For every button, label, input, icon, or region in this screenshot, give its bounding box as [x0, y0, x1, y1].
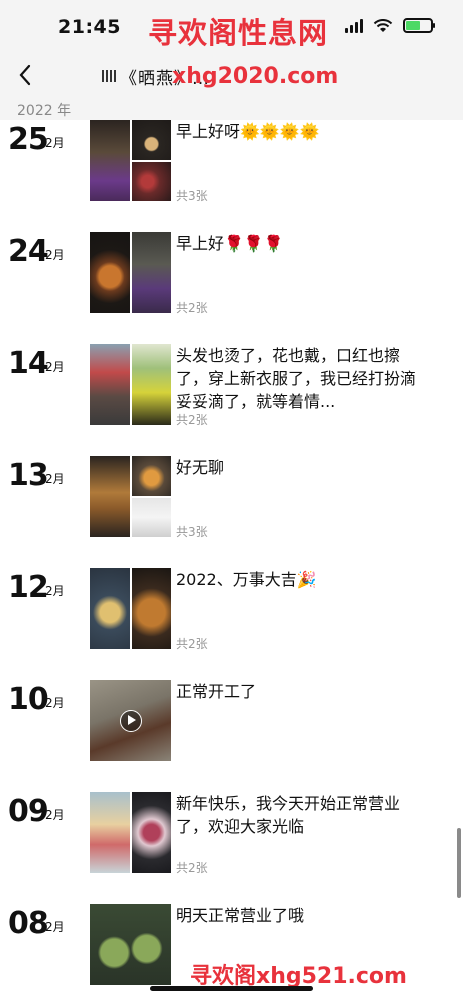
entry-thumbnail[interactable] — [90, 904, 171, 985]
watermark-top: 寻欢阁性息网 — [148, 16, 329, 50]
burger-photo — [131, 568, 171, 649]
entry-text: 2022、万事大吉🎉 — [176, 570, 317, 589]
entry-thumbnail[interactable] — [90, 456, 171, 537]
entry-month: 2月 — [45, 808, 65, 822]
photo-count: 共2张 — [176, 861, 208, 875]
entry-day: 24 — [8, 234, 49, 269]
entry-thumbnail[interactable] — [90, 680, 171, 761]
entry-month: 2月 — [45, 360, 65, 374]
chevron-left-icon — [19, 64, 31, 86]
entry-text: 好无聊 — [176, 458, 225, 477]
year-label: 2022 年 — [17, 103, 72, 119]
entry-day: 14 — [8, 346, 49, 381]
sandwich-photo — [90, 456, 130, 537]
tulips-coffee-photo — [131, 232, 171, 313]
home-indicator[interactable] — [150, 986, 313, 991]
photo-count: 共2张 — [176, 637, 208, 651]
entry-text: 早上好🌹🌹🌹 — [176, 234, 284, 253]
entry-thumbnail[interactable] — [90, 120, 171, 201]
entry-month: 2月 — [45, 696, 65, 710]
entry-day: 25 — [8, 122, 49, 157]
entry-day: 08 — [8, 906, 49, 941]
status-time: 21:45 — [58, 16, 121, 38]
entry-day: 09 — [8, 794, 49, 829]
status-icons — [345, 18, 435, 33]
feed-entry[interactable]: 12 2月 2022、万事大吉🎉 共2张 — [0, 568, 463, 688]
entry-thumbnail[interactable] — [90, 344, 171, 425]
tea-cup-photo — [131, 120, 171, 160]
tulips-photo — [131, 161, 171, 201]
entry-text: 早上好呀🌞🌞🌞🌞 — [176, 122, 320, 141]
soup-photo — [90, 568, 130, 649]
entry-text: 新年快乐，我今天开始正常营业了，欢迎大家光临 — [176, 794, 401, 836]
feed-entry[interactable]: 14 2月 头发也烫了，花也戴，口红也擦了，穿上新衣服了，我已经打扮滴妥妥滴了，… — [0, 344, 463, 464]
entry-text: 头发也烫了，花也戴，口红也擦了，穿上新衣服了，我已经打扮滴妥妥滴了，就等着情..… — [176, 346, 417, 411]
signal-icon — [345, 18, 363, 33]
sign-photo — [131, 344, 171, 425]
wifi-icon — [373, 18, 393, 32]
photo-count: 共2张 — [176, 301, 208, 315]
entry-day: 13 — [8, 458, 49, 493]
feed-entry[interactable]: 13 2月 好无聊 共3张 — [0, 456, 463, 576]
entry-month: 2月 — [45, 472, 65, 486]
entry-month: 2月 — [45, 584, 65, 598]
entry-month: 2月 — [45, 248, 65, 262]
back-button[interactable] — [10, 60, 40, 90]
entry-month: 2月 — [45, 920, 65, 934]
play-icon[interactable] — [119, 709, 142, 732]
photo-count: 共3张 — [176, 525, 208, 539]
scrollbar[interactable] — [457, 828, 461, 898]
watermark-url: xhg2020.com — [172, 64, 339, 89]
battery-icon — [403, 18, 435, 33]
pizza-photo — [90, 232, 130, 313]
photo-count: 共2张 — [176, 413, 208, 427]
entry-month: 2月 — [45, 136, 65, 150]
feed-entry[interactable]: 09 2月 新年快乐，我今天开始正常营业了，欢迎大家光临 共2张 — [0, 792, 463, 912]
milk-photo — [131, 497, 171, 537]
coffee-table-photo — [90, 120, 130, 201]
photo-count: 共3张 — [176, 189, 208, 203]
entry-text: 正常开工了 — [176, 682, 257, 701]
ice-cream-photo — [90, 792, 130, 873]
feed-entry[interactable]: 10 2月 正常开工了 — [0, 680, 463, 800]
year-header: 2022 年 — [0, 98, 463, 120]
audio-icon — [102, 70, 116, 82]
entry-day: 12 — [8, 570, 49, 605]
dessert-photo — [131, 792, 171, 873]
chicken-video — [90, 680, 171, 761]
pancake-photo — [131, 456, 171, 496]
battery-level — [406, 21, 421, 30]
feed-entry[interactable]: 24 2月 早上好🌹🌹🌹 共2张 — [0, 232, 463, 352]
feed-entry[interactable]: 25 2月 早上好呀🌞🌞🌞🌞 共3张 — [0, 120, 463, 240]
entry-thumbnail[interactable] — [90, 792, 171, 873]
woman-photo — [90, 344, 130, 425]
entry-thumbnail[interactable] — [90, 232, 171, 313]
artichoke-photo — [90, 904, 171, 985]
entry-day: 10 — [8, 682, 49, 717]
entry-thumbnail[interactable] — [90, 568, 171, 649]
entry-text: 明天正常营业了哦 — [176, 906, 305, 925]
